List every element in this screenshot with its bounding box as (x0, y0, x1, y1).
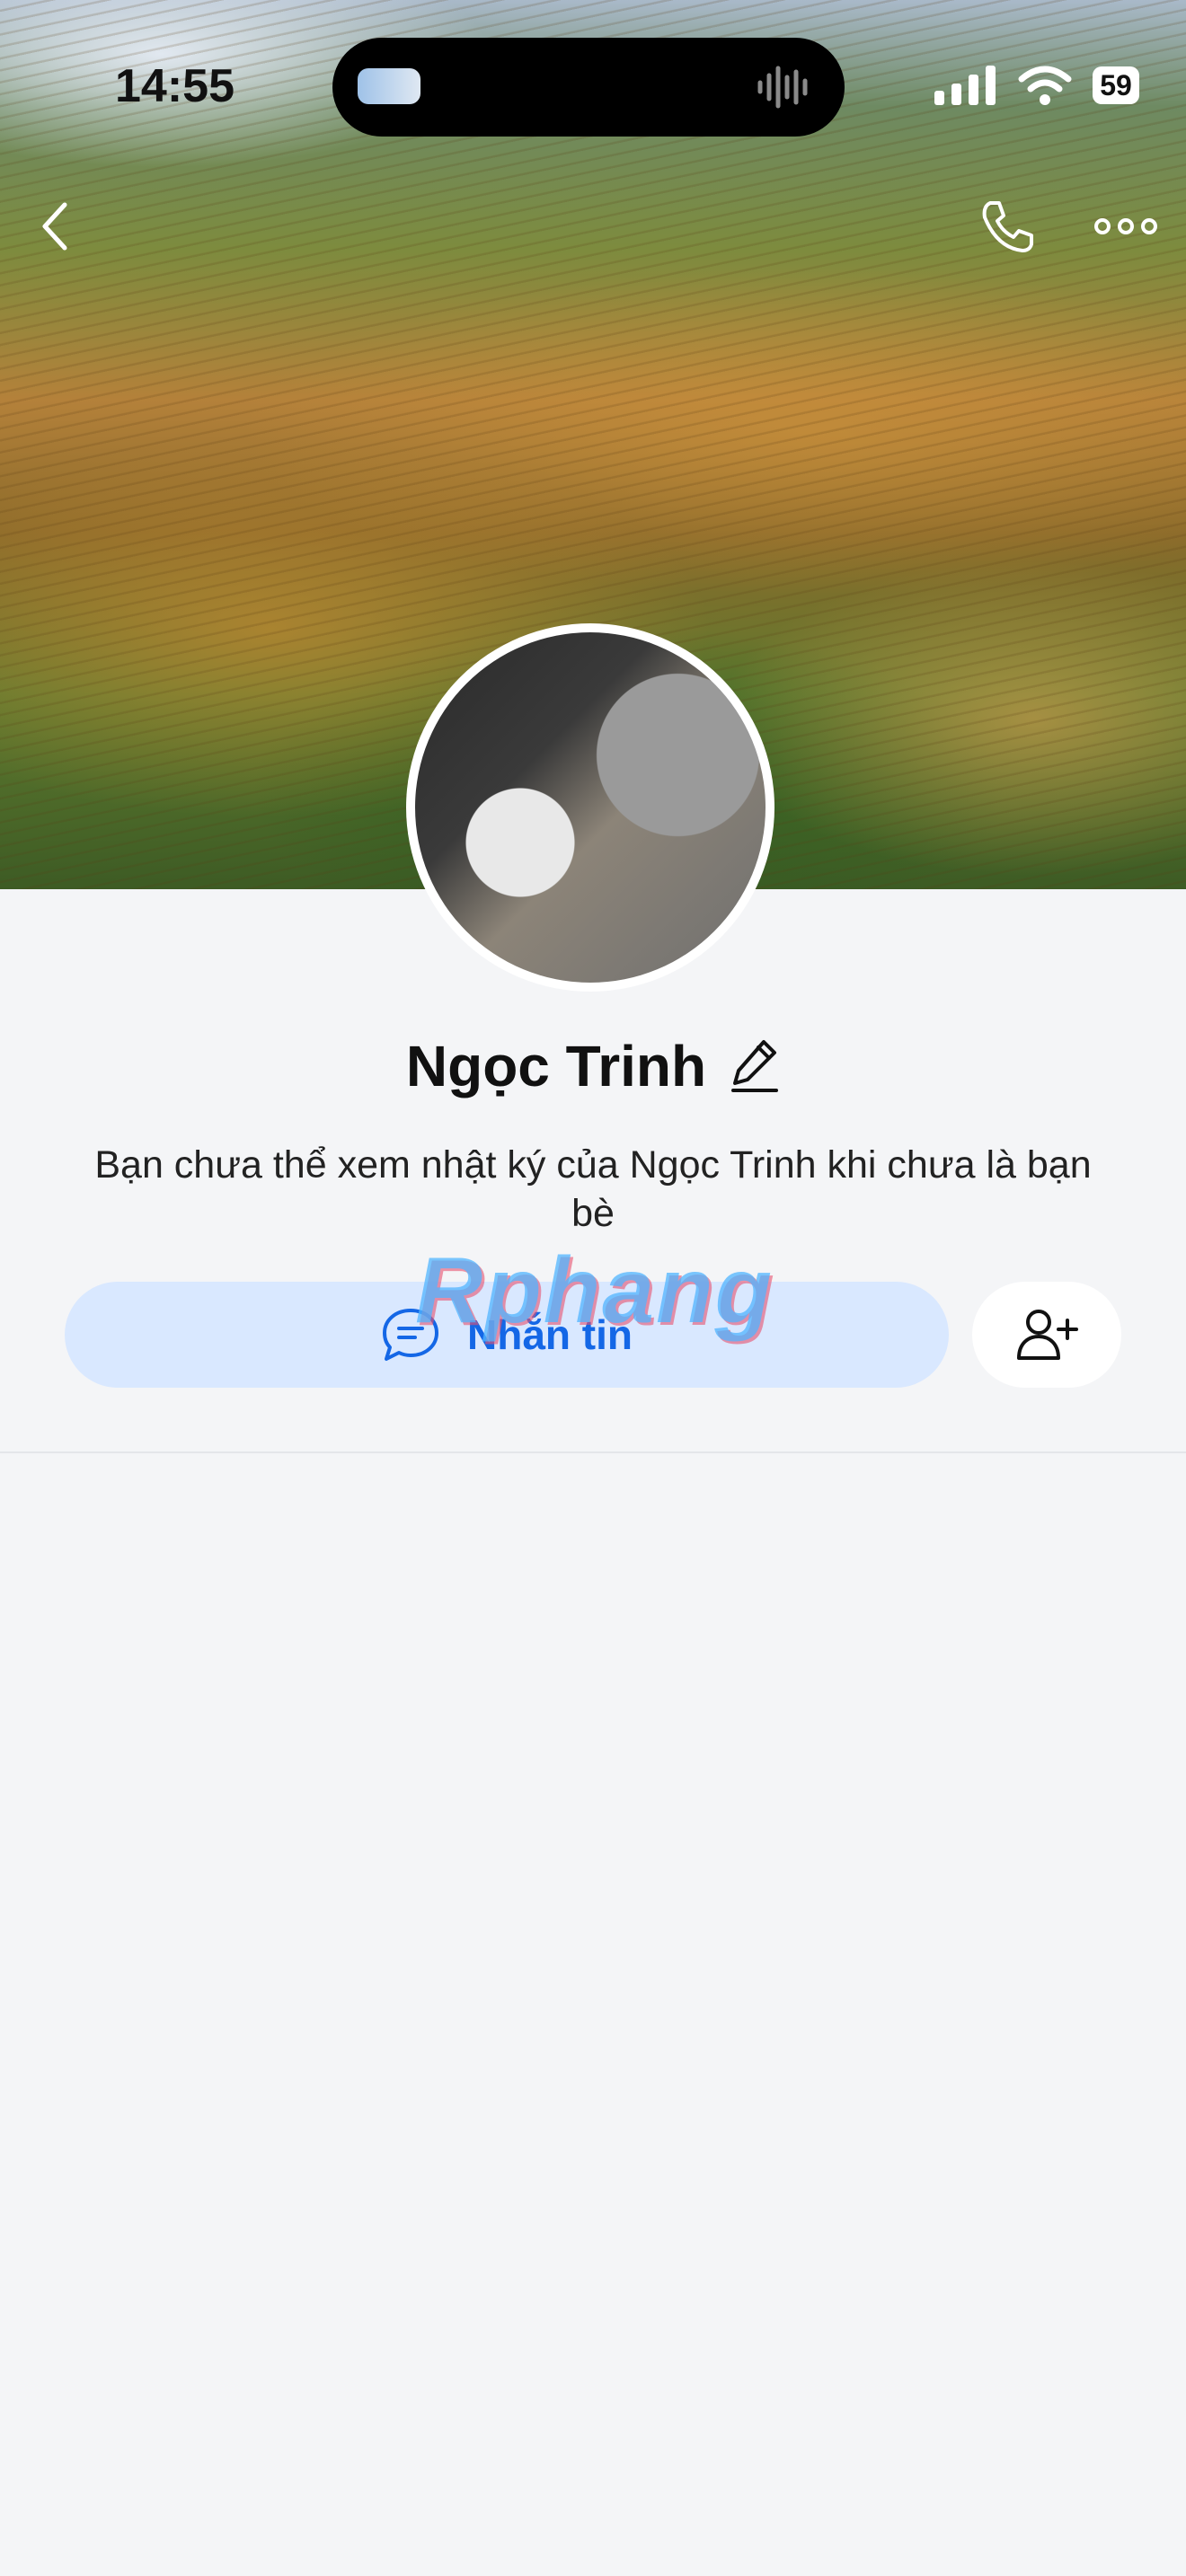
chat-bubble-icon (383, 1309, 438, 1361)
wifi-icon (1018, 66, 1072, 105)
section-divider (0, 1451, 1186, 1453)
now-playing-thumbnail (358, 68, 420, 104)
add-user-icon (1017, 1310, 1078, 1360)
avatar-image (415, 632, 766, 983)
more-button[interactable] (1094, 199, 1157, 258)
profile-name-row: Ngọc Trinh (0, 1033, 1186, 1099)
message-button[interactable]: Nhắn tin (65, 1282, 949, 1388)
call-button[interactable] (978, 199, 1035, 258)
battery-icon: 59 (1093, 66, 1139, 104)
dynamic-island[interactable] (332, 38, 845, 137)
profile-name: Ngọc Trinh (405, 1034, 707, 1098)
status-time: 14:55 (115, 60, 235, 112)
pencil-icon[interactable] (730, 1038, 780, 1094)
friend-status-description: Bạn chưa thể xem nhật ký của Ngọc Trinh … (94, 1143, 1092, 1235)
add-friend-button[interactable] (972, 1282, 1121, 1388)
avatar[interactable] (406, 623, 774, 992)
back-button[interactable] (38, 199, 74, 258)
phone-icon (982, 201, 1033, 252)
status-icons: 59 (934, 65, 1139, 106)
signal-icon (934, 66, 996, 105)
more-horizontal-icon (1094, 218, 1157, 234)
message-button-label: Nhắn tin (467, 1311, 633, 1358)
chevron-left-icon (42, 202, 67, 251)
audio-wave-icon (757, 66, 808, 109)
